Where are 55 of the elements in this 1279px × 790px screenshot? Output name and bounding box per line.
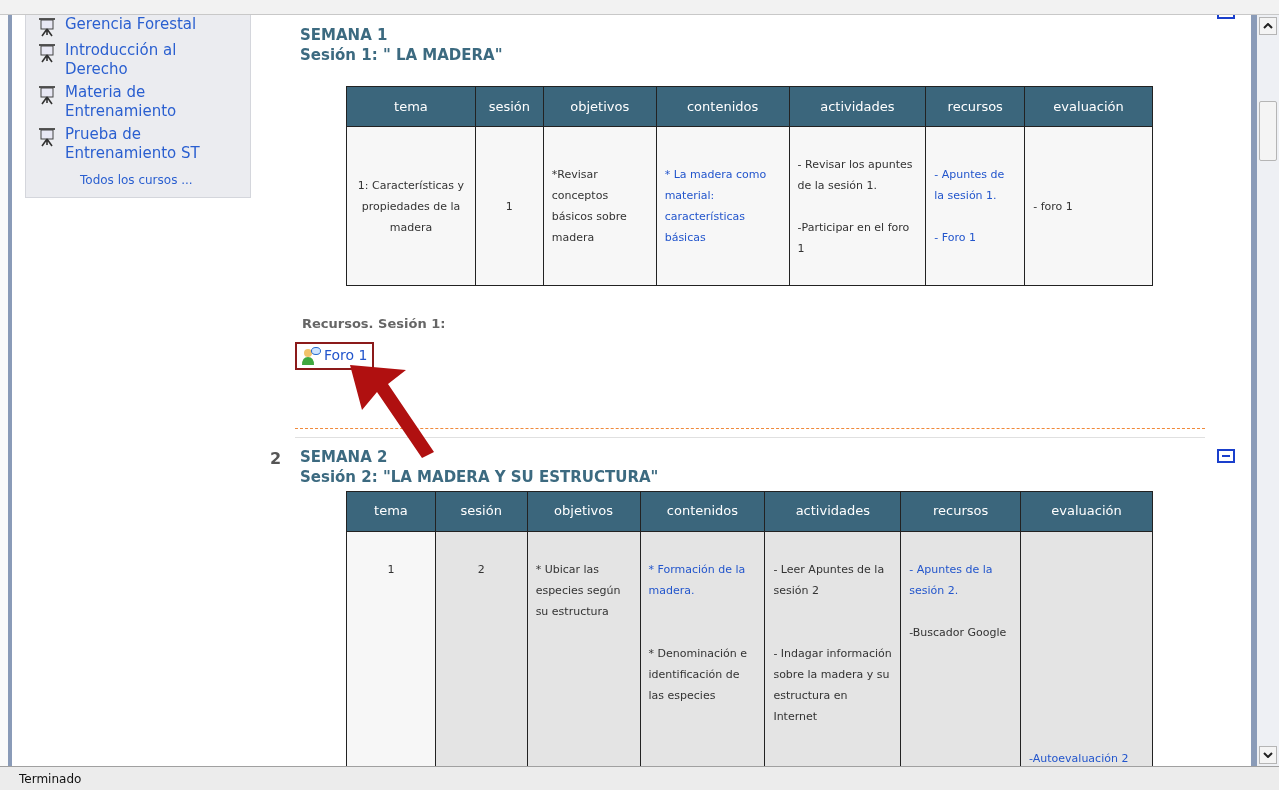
column-header: sesión (435, 491, 528, 531)
cell-text: 1 (504, 198, 514, 215)
column-header: contenidos (656, 86, 790, 127)
cell-link[interactable]: -Autoevaluación 2 (1029, 747, 1144, 766)
cell-text: * Ubicar las especies según su estructura (535, 561, 622, 620)
cell-link[interactable]: - Apuntes de la sesión 1. (934, 164, 1017, 206)
column-header: actividades (789, 86, 926, 127)
forum-users-icon (301, 345, 321, 366)
column-header: objetivos (543, 86, 657, 127)
all-courses-link[interactable]: Todos los cursos ... (80, 171, 238, 189)
projector-screen-icon (38, 127, 56, 147)
cell-text: - foro 1 (1033, 198, 1074, 215)
column-header: contenidos (640, 491, 765, 531)
column-header: recursos (925, 86, 1025, 127)
cell-text: 1 (386, 561, 396, 578)
section-number: 2 (270, 448, 282, 468)
projector-screen-icon (38, 85, 56, 105)
cell-link[interactable]: * Formación de la madera. (648, 558, 757, 601)
column-header: tema (346, 86, 476, 127)
cell-link[interactable]: - Apuntes de la sesión 2. (909, 558, 1013, 601)
column-header: tema (346, 491, 436, 531)
cell-text: 2 (476, 561, 486, 578)
week-title: SEMANA 2 (300, 446, 388, 467)
week-title: SEMANA 1 (300, 25, 388, 45)
projector-screen-icon (38, 43, 56, 63)
collapse-icon[interactable] (1217, 448, 1235, 463)
cell-text: - Leer Apuntes de la sesión 2 (773, 561, 886, 599)
scroll-up-button[interactable] (1259, 17, 1277, 35)
cell-link[interactable]: - Foro 1 (934, 227, 1017, 248)
cell-text: -Participar en el foro 1 (797, 219, 911, 257)
course-link[interactable]: Prueba de Entrenamiento ST (65, 125, 215, 163)
scroll-down-button[interactable] (1259, 746, 1277, 764)
scrollbar-thumb[interactable] (1259, 100, 1277, 161)
course-link[interactable]: Materia de Entrenamiento (65, 83, 215, 121)
chevron-down-icon (1263, 752, 1273, 758)
status-text: Terminado (19, 770, 82, 788)
resources-title: Recursos. Sesión 1: (302, 315, 446, 333)
session-title: Sesión 2: "LA MADERA Y SU ESTRUCTURA" (300, 466, 659, 487)
cell-text: *Revisar conceptos básicos sobre madera (551, 167, 628, 246)
cell-text: - Revisar los apuntes de la sesión 1. (797, 156, 914, 194)
session-title: Sesión 1: " LA MADERA" (300, 45, 503, 65)
column-header: evaluación (1024, 86, 1153, 127)
forum-link[interactable]: Foro 1 (295, 341, 374, 370)
cell-text: 1: Características y propiedades de la madera (356, 177, 466, 236)
column-header: objetivos (527, 491, 640, 531)
column-header: evaluación (1020, 491, 1153, 531)
cell-text: * Denominación e identificación de las especies (648, 645, 748, 704)
course-link[interactable]: Introducción al Derecho (65, 41, 215, 79)
course-link[interactable]: Gerencia Forestal (65, 15, 215, 34)
cell-text: - Indagar información sobre la madera y su estructura en Internet (773, 645, 893, 725)
cell-text: -Buscador Google (909, 624, 1008, 641)
column-header: sesión (475, 86, 544, 127)
column-header: actividades (764, 491, 901, 531)
chevron-up-icon (1263, 23, 1273, 29)
column-header: recursos (900, 491, 1021, 531)
